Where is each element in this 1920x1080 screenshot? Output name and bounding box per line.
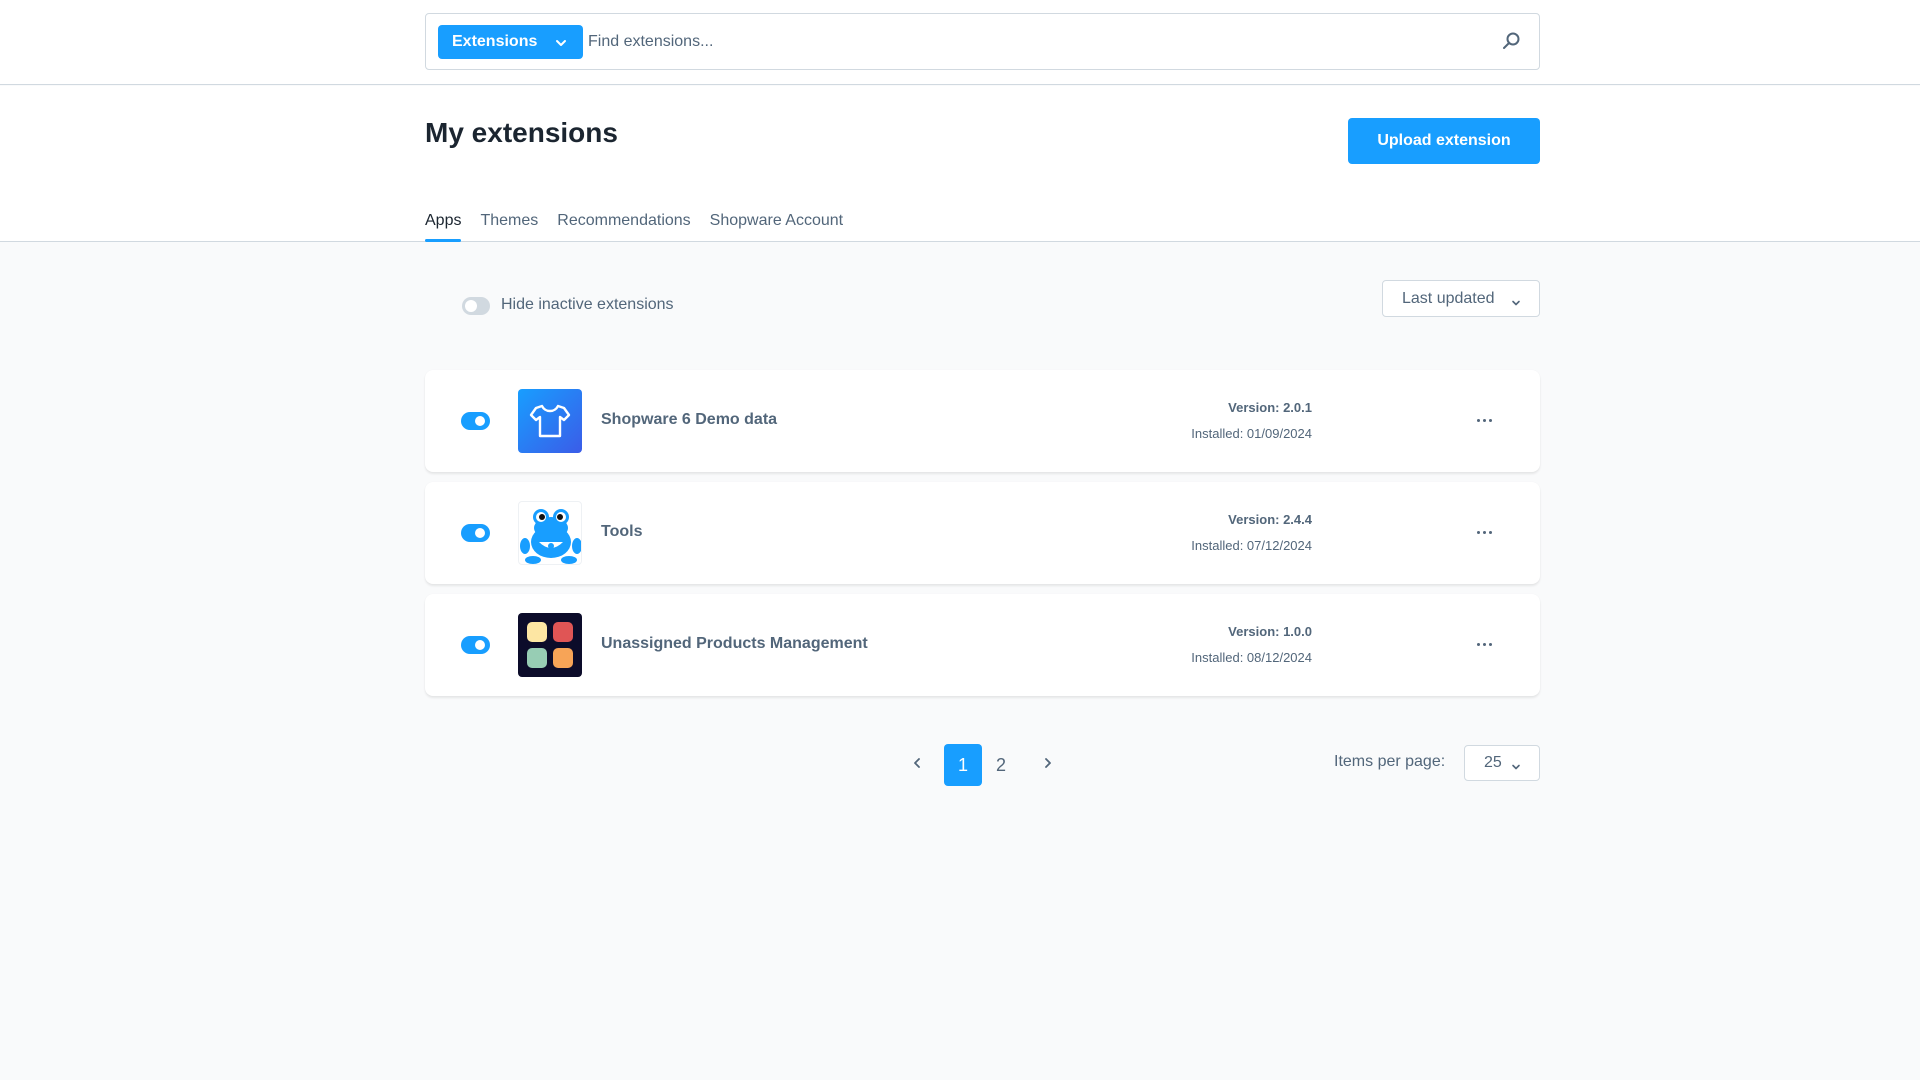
upload-extension-button[interactable]: Upload extension [1348,118,1540,164]
extension-version: Version: 2.0.1 [1228,400,1312,415]
next-page-button[interactable] [1038,752,1058,778]
sort-dropdown[interactable]: Last updated [1382,280,1540,317]
chevron-down-icon [1511,759,1521,777]
sort-value: Last updated [1402,289,1495,307]
chevron-right-icon [1043,756,1053,774]
tab-shopware-account[interactable]: Shopware Account [710,208,843,242]
ellipsis-icon [1476,530,1492,534]
search-icon[interactable] [1501,31,1521,56]
more-actions-button[interactable] [1474,522,1494,542]
extension-active-toggle[interactable] [461,636,490,654]
items-per-page-select[interactable]: 25 [1464,745,1540,781]
tab-recommendations[interactable]: Recommendations [557,208,690,242]
search-bar: Extensions [425,13,1540,70]
extension-meta: Version: 2.4.4 Installed: 07/12/2024 [1191,511,1312,555]
tshirt-icon [518,389,582,453]
extension-installed-date: Installed: 08/12/2024 [1191,650,1312,665]
extension-active-toggle[interactable] [461,412,490,430]
page-button-2[interactable]: 2 [982,744,1020,786]
search-input[interactable] [588,25,1468,59]
extension-version: Version: 2.4.4 [1228,512,1312,527]
hide-inactive-toggle[interactable] [462,297,490,315]
extension-meta: Version: 2.0.1 Installed: 01/09/2024 [1191,399,1312,443]
search-scope-label: Extensions [452,33,538,50]
extension-version: Version: 1.0.0 [1228,624,1312,639]
ellipsis-icon [1476,642,1492,646]
tab-themes[interactable]: Themes [480,208,538,242]
items-per-page-value: 25 [1484,754,1502,771]
chevron-down-icon [1511,295,1521,313]
extension-name: Shopware 6 Demo data [601,411,778,428]
chevron-left-icon [912,756,922,774]
tab-bar: Apps Themes Recommendations Shopware Acc… [425,208,862,242]
hide-inactive-label: Hide inactive extensions [501,296,674,313]
frog-mascot-icon [518,501,582,565]
extension-active-toggle[interactable] [461,524,490,542]
page-title: My extensions [425,117,618,148]
top-bar: Extensions [0,0,1920,85]
extension-name: Unassigned Products Management [601,635,868,652]
more-actions-button[interactable] [1474,634,1494,654]
tab-apps[interactable]: Apps [425,208,462,242]
extension-card: Unassigned Products Management Version: … [425,594,1540,696]
chevron-down-icon [555,36,567,54]
extension-installed-date: Installed: 07/12/2024 [1191,538,1312,553]
search-scope-dropdown[interactable]: Extensions [438,25,583,59]
extension-card: Shopware 6 Demo data Version: 2.0.1 Inst… [425,370,1540,472]
extension-meta: Version: 1.0.0 Installed: 08/12/2024 [1191,623,1312,667]
extension-installed-date: Installed: 01/09/2024 [1191,426,1312,441]
items-per-page-label: Items per page: [1334,753,1446,770]
more-actions-button[interactable] [1474,410,1494,430]
page-header: My extensions Upload extension Apps Them… [0,86,1920,242]
ellipsis-icon [1476,418,1492,422]
extension-name: Tools [601,523,643,540]
extension-card: Tools Version: 2.4.4 Installed: 07/12/20… [425,482,1540,584]
previous-page-button[interactable] [907,752,927,778]
page-button-1[interactable]: 1 [944,744,982,786]
four-squares-icon [518,613,582,677]
